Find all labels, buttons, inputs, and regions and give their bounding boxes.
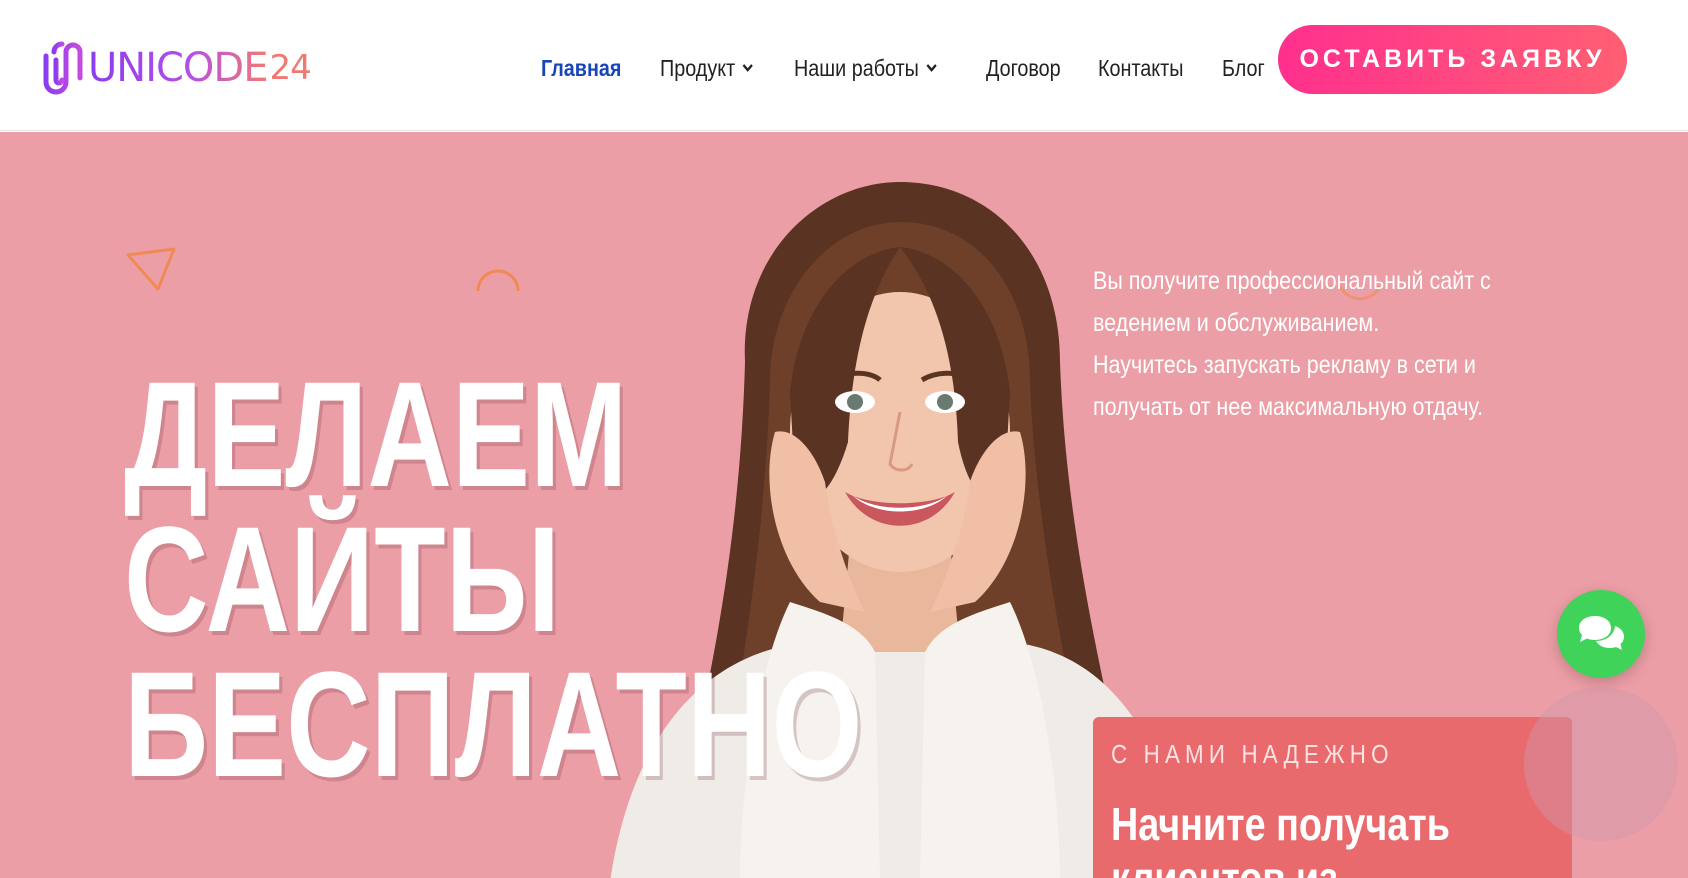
headline-line: БЕСПЛАТНО: [124, 640, 863, 808]
chevron-down-icon: [926, 64, 937, 72]
chat-bubbles-icon: [1579, 616, 1624, 650]
intro-line: ведением и обслуживанием.: [1093, 309, 1380, 337]
nav-item-portfolio[interactable]: Наши работы: [794, 55, 938, 82]
brand-logo[interactable]: UNICODE 24: [40, 38, 312, 98]
headline-line: САЙТЫ: [124, 495, 561, 663]
intro-line: Научитесь запускать рекламу в сети и: [1093, 351, 1476, 379]
paperclip-logo-icon: [43, 41, 83, 95]
card-kicker: С НАМИ НАДЕЖНО: [1111, 739, 1394, 769]
chat-widget-halo: [1524, 687, 1678, 841]
brand-number: 24: [269, 48, 311, 88]
hero-intro-text: Вы получите профессиональный сайт с веде…: [1093, 260, 1497, 428]
site-header: UNICODE 24 Главная Продукт Наши работы Д…: [0, 0, 1688, 131]
promo-card: С НАМИ НАДЕЖНО Начните получать клиентов…: [1093, 717, 1572, 878]
main-nav: Главная Продукт Наши работы Договор Конт…: [541, 50, 1297, 86]
chevron-down-icon: [742, 64, 753, 72]
nav-label: Главная: [541, 54, 622, 81]
hero-section: ДЕЛАЕМ САЙТЫ БЕСПЛАТНО Вы получите профе…: [0, 132, 1688, 878]
nav-item-home[interactable]: Главная: [541, 55, 621, 82]
nav-label: Договор: [986, 54, 1061, 81]
chat-widget-button[interactable]: [1557, 590, 1645, 678]
nav-item-contract[interactable]: Договор: [986, 55, 1061, 82]
brand-name: UNICODE: [88, 38, 268, 98]
arc-decoration-icon: [476, 269, 520, 292]
nav-label: Наши работы: [793, 54, 919, 81]
nav-item-blog[interactable]: Блог: [1222, 55, 1265, 82]
nav-label: Блог: [1222, 54, 1266, 81]
card-title: Начните получать клиентов из: [1111, 797, 1450, 878]
nav-item-contacts[interactable]: Контакты: [1098, 55, 1183, 82]
card-title-line: клиентов из: [1111, 852, 1338, 878]
intro-line: получать от нее максимальную отдачу.: [1093, 393, 1483, 421]
hero-headline: ДЕЛАЕМ САЙТЫ БЕСПЛАТНО: [124, 350, 863, 808]
triangle-decoration-icon: [126, 247, 176, 291]
intro-line: Вы получите профессиональный сайт с: [1093, 267, 1491, 295]
card-title-line: Начните получать: [1111, 798, 1450, 850]
nav-item-product[interactable]: Продукт: [660, 55, 754, 82]
leave-request-button[interactable]: ОСТАВИТЬ ЗАЯВКУ: [1278, 25, 1627, 94]
nav-label: Контакты: [1098, 54, 1184, 81]
nav-label: Продукт: [659, 54, 735, 81]
headline-line: ДЕЛАЕМ: [124, 350, 628, 518]
